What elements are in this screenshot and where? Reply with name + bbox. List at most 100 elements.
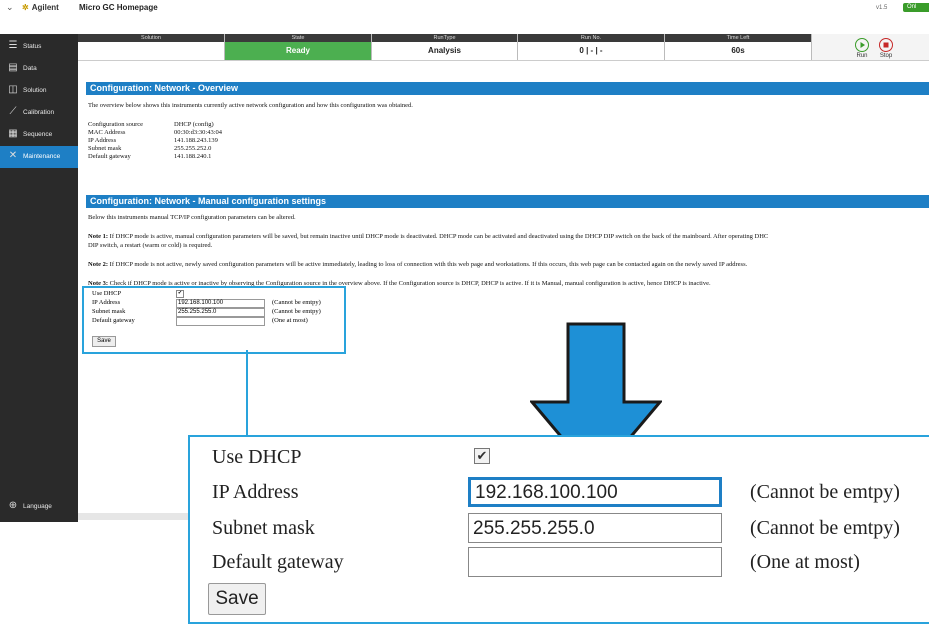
solution-icon: ◫ [8,84,18,96]
default-gateway-input[interactable] [468,547,722,577]
status-header: State [225,34,371,42]
wrench-icon: ✕ [8,150,18,162]
subnet-mask-input[interactable]: 255.255.255.0 [468,513,722,543]
overview-key: Default gateway [88,153,131,160]
brand-name: Agilent [31,3,59,12]
status-solution: Solution [78,34,225,60]
overview-value: DHCP (config) [174,121,214,128]
subnet-mask-label: Subnet mask [212,517,315,539]
note-1-cont: DIP switch, a restart (warm or cold) is … [88,242,213,249]
overview-key: MAC Address [88,129,126,136]
overview-key: Subnet mask [88,145,122,152]
overview-key: Configuration source [88,121,144,128]
sidebar-item-language[interactable]: ⊕ Language [0,496,78,518]
status-value: 60s [665,42,811,60]
status-header: Solution [78,34,224,42]
overview-intro: The overview below shows this instrument… [88,102,413,109]
status-time-left: Time Left 60s [665,34,812,60]
version-label: v1.5 [876,5,888,11]
callout-connector [246,350,248,436]
note-text: If DHCP mode is not active, newly saved … [108,261,748,268]
default-gateway-label: Default gateway [212,551,344,573]
status-header: RunType [372,34,517,42]
manual-config-form: Use DHCP ✔ IP Address 192.168.100.100 (C… [82,286,346,354]
sidebar-item-calibration[interactable]: ⟋ Calibration [0,102,78,124]
status-value [78,42,224,60]
overview-value: 00:30:d3:30:43:04 [174,129,223,136]
agilent-spark-icon: ✲ [22,3,29,12]
sidebar-item-label: Data [23,65,37,72]
chevron-down-icon[interactable]: ⌄ [6,2,14,13]
subnet-mask-input[interactable]: 255.255.255.0 [176,308,265,317]
sidebar: ☰ Status ▤ Data ◫ Solution ⟋ Calibration ▦ Se… [0,34,78,522]
sidebar-item-solution[interactable]: ◫ Solution [0,80,78,102]
stop-icon [879,38,893,52]
globe-icon: ⊕ [8,500,18,512]
sidebar-item-maintenance[interactable]: ✕ Maintenance [0,146,78,168]
status-value: Analysis [372,42,517,60]
play-icon [855,38,869,52]
sidebar-item-label: Sequence [23,131,53,138]
status-header: Time Left [665,34,811,42]
save-button[interactable]: Save [208,583,266,615]
subnet-mask-note: (Cannot be emtpy) [272,308,321,315]
manual-heading: Configuration: Network - Manual configur… [86,195,929,208]
default-gateway-note: (One at most) [750,551,860,573]
overview-heading: Configuration: Network - Overview [86,82,929,95]
overview-value: 141.188.240.1 [174,153,212,160]
note-1: Note 1: If DHCP mode is active, manual c… [88,233,768,240]
stop-button[interactable]: Stop [876,38,896,59]
online-badge: Onl [903,3,929,12]
ip-address-note: (Cannot be emtpy) [750,481,900,503]
note-label: Note 2: [88,261,109,268]
list-icon: ☰ [8,40,18,52]
brand-logo: ✲ Agilent [22,3,59,12]
use-dhcp-label: Use DHCP [212,446,302,468]
sidebar-item-label: Status [23,43,42,50]
default-gateway-note: (One at most) [272,317,308,324]
subnet-mask-label: Subnet mask [92,308,126,315]
calibration-icon: ⟋ [9,106,17,118]
ip-address-note: (Cannot be emtpy) [272,299,321,306]
ip-address-input[interactable]: 192.168.100.100 [468,477,722,507]
sidebar-item-label: Language [23,503,52,510]
sequence-icon: ▦ [8,128,18,140]
stop-label: Stop [879,53,893,59]
status-runtype: RunType Analysis [372,34,518,60]
overview-key: IP Address [88,137,117,144]
sidebar-item-label: Calibration [23,109,55,116]
sidebar-item-sequence[interactable]: ▦ Sequence [0,124,78,146]
note-2: Note 2: If DHCP mode is not active, newl… [88,261,747,268]
status-bar: Solution State Ready RunType Analysis Ru… [78,34,929,61]
default-gateway-label: Default gateway [92,317,135,324]
use-dhcp-label: Use DHCP [92,290,122,297]
data-icon: ▤ [8,62,18,74]
sidebar-item-status[interactable]: ☰ Status [0,36,78,58]
ip-address-label: IP Address [212,481,299,503]
overview-value: 141.188.243.139 [174,137,218,144]
note-text: If DHCP mode is active, manual configura… [108,233,769,240]
app-title: Micro GC Homepage [79,3,158,12]
manual-intro: Below this instruments manual TCP/IP con… [88,214,296,221]
ip-address-input[interactable]: 192.168.100.100 [176,299,265,308]
status-header: Run No. [518,34,664,42]
ip-address-label: IP Address [92,299,121,306]
status-value: 0 | - | - [518,42,664,60]
note-label: Note 1: [88,233,109,240]
top-bar: ⌄ ✲ Agilent Micro GC Homepage v1.5 Onl [0,0,929,16]
sidebar-item-label: Maintenance [23,153,61,160]
run-label: Run [856,53,868,59]
sidebar-item-data[interactable]: ▤ Data [0,58,78,80]
status-state: State Ready [225,34,372,60]
overview-value: 255.255.252.0 [174,145,212,152]
subnet-mask-note: (Cannot be emtpy) [750,517,900,539]
status-value-ready: Ready [225,42,371,60]
status-run-no: Run No. 0 | - | - [518,34,665,60]
save-button[interactable]: Save [92,336,116,347]
default-gateway-input[interactable] [176,317,265,326]
use-dhcp-checkbox[interactable]: ✔ [176,290,184,298]
sidebar-item-label: Solution [23,87,47,94]
run-button[interactable]: Run [852,38,872,59]
zoomed-config-form: Use DHCP ✔ IP Address 192.168.100.100 (C… [188,435,929,624]
use-dhcp-checkbox[interactable]: ✔ [474,448,490,464]
